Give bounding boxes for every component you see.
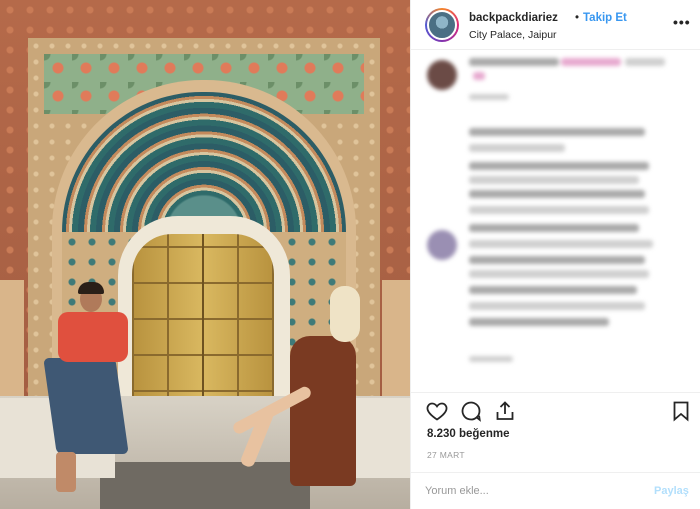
comment-input[interactable] bbox=[425, 485, 635, 497]
post-date: 27 MART bbox=[427, 450, 465, 460]
comment-line bbox=[469, 270, 649, 278]
comment-line bbox=[469, 94, 509, 100]
comment-line bbox=[469, 318, 609, 326]
comment-line bbox=[625, 58, 665, 66]
comment-line bbox=[469, 144, 565, 152]
comment-line bbox=[469, 206, 649, 214]
comment-line bbox=[469, 286, 637, 294]
man-shirt bbox=[58, 312, 128, 362]
comment-line bbox=[469, 356, 513, 362]
post-comment-button[interactable]: Paylaş bbox=[654, 485, 689, 497]
more-horizontal-icon[interactable]: ••• bbox=[673, 14, 691, 30]
comment-line bbox=[473, 72, 485, 80]
post-header: backpackdiariez • Takip Et City Palace, … bbox=[411, 0, 700, 50]
profile-avatar[interactable] bbox=[425, 8, 459, 42]
fresco-left bbox=[0, 280, 24, 400]
username-link[interactable]: backpackdiariez bbox=[469, 12, 558, 24]
action-bar bbox=[411, 392, 700, 426]
separator-dot: • bbox=[575, 12, 580, 24]
comment-form: Paylaş bbox=[411, 472, 700, 509]
commenter-avatar[interactable] bbox=[427, 230, 457, 260]
step bbox=[100, 462, 310, 509]
comment-line bbox=[561, 58, 621, 66]
post-sidebar: backpackdiariez • Takip Et City Palace, … bbox=[410, 0, 700, 509]
man-legs bbox=[43, 358, 129, 454]
bookmark-icon[interactable] bbox=[669, 399, 693, 423]
comment-line bbox=[469, 58, 559, 66]
comment-icon[interactable] bbox=[459, 399, 483, 423]
location-link[interactable]: City Palace, Jaipur bbox=[469, 29, 557, 41]
like-count[interactable]: 8.230 beğenme bbox=[427, 428, 509, 440]
comment-line bbox=[469, 224, 639, 232]
man-hair bbox=[78, 282, 104, 294]
comment-line bbox=[469, 128, 645, 136]
comment-line bbox=[469, 302, 645, 310]
comment-line bbox=[469, 240, 653, 248]
fresco-right bbox=[382, 280, 410, 400]
commenter-avatar[interactable] bbox=[427, 60, 457, 90]
man-feet bbox=[56, 452, 76, 492]
follow-button[interactable]: Takip Et bbox=[583, 12, 627, 24]
share-icon[interactable] bbox=[493, 399, 517, 423]
avatar-image bbox=[427, 10, 457, 40]
comments-area bbox=[411, 52, 700, 384]
post-photo[interactable] bbox=[0, 0, 410, 509]
comment-line bbox=[469, 256, 645, 264]
comment-line bbox=[469, 190, 645, 198]
woman-dress bbox=[290, 336, 356, 486]
comment-line bbox=[469, 176, 639, 184]
comment-line bbox=[469, 162, 649, 170]
woman-hair bbox=[330, 286, 360, 342]
heart-icon[interactable] bbox=[425, 399, 449, 423]
